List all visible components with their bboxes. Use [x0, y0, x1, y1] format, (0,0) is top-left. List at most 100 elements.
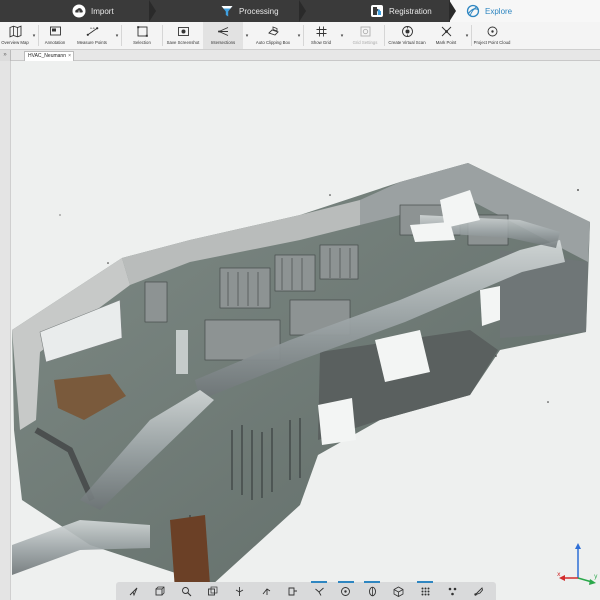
point-cloud-scan: [12, 163, 590, 590]
stage-explore-label: Explore: [485, 6, 513, 16]
color-dots-icon: [448, 587, 456, 595]
stage-import-label: Import: [91, 6, 114, 16]
view-cube-icon: [155, 586, 165, 595]
selection-label: Selection: [133, 40, 151, 45]
measure-points-label: Measure Points: [77, 40, 107, 45]
color-dots-button[interactable]: [443, 584, 461, 598]
overview-map-label: Overview Map: [1, 40, 29, 45]
project-point-cloud-button[interactable]: Project Point Cloud: [472, 22, 512, 49]
orbit-icon: [341, 586, 351, 596]
measure-points-button[interactable]: a.a Measure Points: [71, 22, 113, 49]
zoom-button[interactable]: [177, 584, 195, 598]
auto-clipping-box-dropdown[interactable]: ▾: [295, 22, 303, 49]
save-screenshot-label: Save Screenshot: [166, 40, 200, 45]
collapsed-side-panel[interactable]: [0, 61, 11, 600]
auto-clipping-box-button[interactable]: Auto Clipping Box: [251, 22, 295, 49]
glass-column: [176, 330, 188, 374]
svg-text:a.a: a.a: [90, 26, 95, 30]
grid-settings-icon: [360, 26, 370, 37]
fly-icon: [235, 586, 244, 596]
section-icon: [368, 586, 376, 596]
y-axis-label: y: [594, 573, 598, 580]
cube-icon: [394, 586, 404, 597]
orbit-button[interactable]: [337, 581, 355, 598]
select-tool-button[interactable]: [124, 584, 142, 598]
mark-point-label: Mark Point: [435, 40, 457, 45]
walk-button[interactable]: [257, 584, 275, 598]
cube-button[interactable]: [390, 584, 408, 598]
stage-registration-label: Registration: [389, 6, 432, 16]
z-axis-arrow: [575, 543, 581, 549]
overview-map-dropdown[interactable]: ▾: [30, 22, 38, 49]
document-tab-strip: » HVAC_Neumann ×: [0, 50, 600, 61]
select-arrow-icon: [129, 587, 138, 596]
project-point-cloud-label: Project Point Cloud: [473, 40, 511, 45]
auto-clipping-box-label: Auto Clipping Box: [255, 40, 291, 45]
fly-button[interactable]: [231, 584, 249, 598]
overview-map-button[interactable]: Overview Map: [0, 22, 30, 49]
annotation-icon: [49, 26, 61, 36]
annotation-button[interactable]: Annotation: [39, 22, 71, 49]
grid-icon: [316, 26, 326, 37]
intersections-label: Intersections: [210, 40, 236, 45]
intersections-icon: [217, 27, 228, 36]
tab-hvac-neumann[interactable]: HVAC_Neumann ×: [24, 51, 74, 61]
annotation-label: Annotation: [44, 40, 66, 45]
view-toolbar: [116, 581, 496, 600]
intersections-dropdown[interactable]: ▾: [243, 22, 251, 49]
import-cloud-icon: [72, 4, 86, 18]
selection-icon: [136, 26, 148, 37]
tab-label: HVAC_Neumann: [28, 53, 66, 59]
clip-button[interactable]: [284, 584, 302, 598]
ribbon-toolbar: Overview Map ▾ Annotation a.a Measure Po…: [0, 22, 600, 50]
box-view-icon: [208, 586, 218, 595]
mark-point-dropdown[interactable]: ▾: [463, 22, 471, 49]
panel-toggle-button[interactable]: »: [0, 50, 11, 61]
box-view-button[interactable]: [204, 584, 222, 598]
path-icon: [314, 587, 324, 596]
grid-dots-button[interactable]: [416, 581, 434, 598]
style-icon: [474, 586, 484, 596]
measure-points-dropdown[interactable]: ▾: [113, 22, 121, 49]
registration-puzzle-icon: [371, 5, 383, 17]
path-button[interactable]: [310, 581, 328, 598]
intersections-button[interactable]: Intersections: [203, 22, 243, 49]
create-virtual-scan-label: Create Virtual Scan: [388, 40, 426, 45]
create-virtual-scan-button[interactable]: Create Virtual Scan: [385, 22, 429, 49]
view-cube-button[interactable]: [151, 584, 169, 598]
clipping-box-icon: [267, 26, 279, 36]
project-point-cloud-icon: [487, 26, 497, 37]
map-icon: [9, 25, 21, 38]
grid-settings-label: Grid Settings: [352, 40, 378, 45]
app-window: Import Processing Registration Explore O…: [0, 0, 600, 600]
wood-door: [170, 515, 210, 590]
stage-processing[interactable]: Processing: [150, 0, 306, 22]
measure-icon: a.a: [86, 26, 98, 36]
mark-point-icon: [441, 26, 451, 37]
show-grid-label: Show Grid: [310, 40, 332, 45]
x-axis-label: x: [557, 571, 561, 578]
stage-import[interactable]: Import: [0, 0, 156, 22]
stage-explore[interactable]: Explore: [450, 0, 600, 22]
close-icon[interactable]: ×: [68, 52, 71, 61]
explore-globe-icon: [466, 4, 480, 18]
walk-icon: [262, 587, 270, 595]
3d-viewport[interactable]: x y: [11, 61, 600, 600]
show-grid-dropdown[interactable]: ▾: [338, 22, 346, 49]
clip-icon: [288, 587, 298, 595]
mark-point-button[interactable]: Mark Point: [429, 22, 463, 49]
grid-settings-button: Grid Settings: [346, 22, 384, 49]
zoom-icon: [181, 586, 192, 596]
style-button[interactable]: [470, 584, 488, 598]
workflow-stage-bar: Import Processing Registration Explore: [0, 0, 600, 22]
virtual-scan-icon: [401, 26, 413, 37]
section-button[interactable]: [363, 581, 381, 598]
stage-registration[interactable]: Registration: [300, 0, 456, 22]
show-grid-button[interactable]: Show Grid: [304, 22, 338, 49]
screenshot-icon: [177, 27, 189, 36]
save-screenshot-button[interactable]: Save Screenshot: [163, 22, 203, 49]
selection-button[interactable]: Selection: [122, 22, 162, 49]
hvac-duct-lower: [12, 520, 150, 575]
funnel-icon: [221, 6, 233, 17]
axis-triad: x y: [557, 543, 598, 585]
